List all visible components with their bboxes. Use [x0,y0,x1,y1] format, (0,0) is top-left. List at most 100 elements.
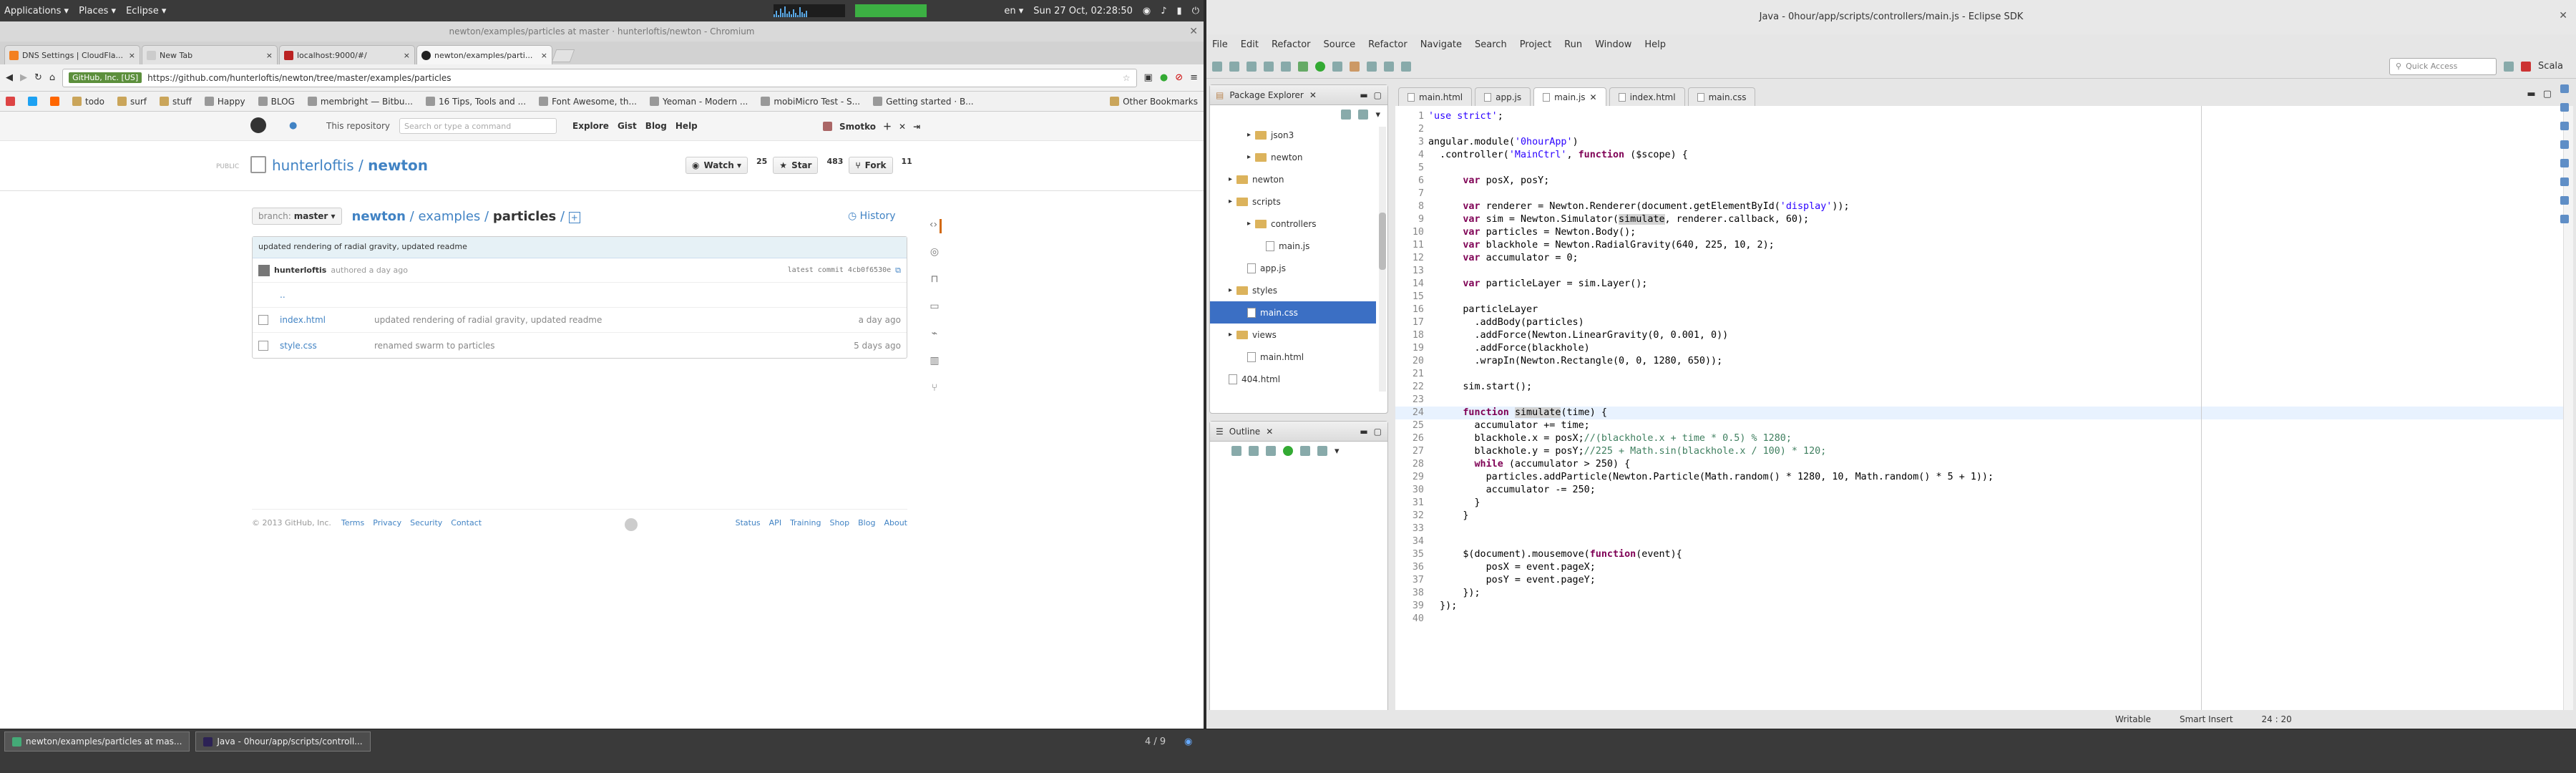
view-menu-icon[interactable]: ▾ [1335,446,1340,457]
avatar[interactable] [823,122,832,131]
tree-item[interactable]: 404.html [1210,368,1376,389]
parent-dir-row[interactable]: .. [253,283,907,308]
code-line[interactable]: .addForce(Newton.LinearGravity(0, 0.001,… [1428,329,1994,342]
sign-out-icon[interactable]: ⇥ [913,122,920,132]
browse-code-icon[interactable]: ⧉ [895,266,901,276]
bookmark-item[interactable]: Happy [204,97,245,107]
expand-toggle-icon[interactable]: ▸ [1247,220,1251,228]
table-row[interactable]: style.css renamed swarm to particles 5 d… [253,333,907,358]
bookmark-star-icon[interactable]: ☆ [1123,73,1131,83]
back-icon[interactable]: ◀ [6,72,13,83]
file-name[interactable]: index.html [280,315,374,325]
hide-fields-icon[interactable] [1249,446,1259,456]
code-line[interactable]: particleLayer [1428,303,1994,316]
expand-toggle-icon[interactable]: ▸ [1247,153,1251,161]
task-list-icon[interactable] [2560,84,2569,93]
menu-item[interactable]: File [1212,39,1228,50]
browser-tab-active[interactable]: newton/examples/parti... × [416,45,552,64]
code-line[interactable]: while (accumulator > 250) { [1428,458,1994,471]
code-line[interactable]: angular.module('0hourApp') [1428,136,1994,149]
battery-icon[interactable]: ▮ [1177,6,1182,16]
menu-item[interactable]: Refactor [1368,39,1407,50]
bookmark-item[interactable]: 16 Tips, Tools and ... [425,97,526,107]
footer-link[interactable]: About [884,518,907,531]
code-line[interactable]: sim.start(); [1428,381,1994,394]
code-line[interactable] [1428,613,1994,626]
view-menu-icon[interactable]: ▾ [1375,110,1380,120]
volume-icon[interactable]: ♪ [1161,6,1166,16]
code-line[interactable] [1428,535,1994,548]
close-tab-icon[interactable]: × [404,51,410,60]
code-line[interactable] [1428,522,1994,535]
watch-count[interactable]: 25 [753,157,767,174]
expand-toggle-icon[interactable]: ▸ [1229,175,1232,183]
crumb-repo[interactable]: newton [352,209,406,224]
view-title[interactable]: Outline [1229,427,1260,437]
code-line[interactable]: 'use strict'; [1428,110,1994,123]
star-button[interactable]: ★ Star [773,157,819,174]
commit-message[interactable]: updated rendering of radial gravity, upd… [253,237,907,258]
browser-tab[interactable]: localhost:9000/#/ × [279,45,415,64]
history-link[interactable]: ◷ History [848,210,895,222]
sort-icon[interactable] [1231,446,1241,456]
graphs-icon[interactable]: ▥ [927,355,942,369]
editor-tab[interactable]: main.html [1398,87,1473,106]
nav-gist[interactable]: Gist [618,121,637,131]
code-line[interactable] [1428,162,1994,175]
code-editor[interactable]: 1 2 3 4 5 6 7 8 9 10 11 12 13 14 15 16 17 18 19 20 21 22 23 24 2… [1395,106,2573,729]
menu-item[interactable]: Run [1564,39,1582,50]
applications-menu[interactable]: Applications ▾ [4,6,69,16]
link-with-editor-icon[interactable] [1358,110,1369,120]
bookmark-item[interactable]: BLOG [258,97,295,107]
code-line[interactable]: blackhole.x = posX;//(blackhole.x + time… [1428,432,1994,445]
tree-item[interactable]: ▸ newton [1210,146,1376,168]
minimize-icon[interactable]: ▬ [1360,90,1367,100]
code-line[interactable]: var particles = Newton.Body(); [1428,226,1994,239]
footer-link[interactable]: Security [410,518,442,531]
code-line[interactable]: blackhole.y = posY;//225 + Math.sin(blac… [1428,445,1994,458]
search-input[interactable]: Search or type a command [399,118,557,134]
hide-static-icon[interactable] [1266,446,1276,456]
print-icon[interactable] [1246,61,1257,72]
maximize-icon[interactable]: ▢ [1374,427,1382,437]
bookmark-item[interactable]: todo [72,97,104,107]
url-text[interactable]: https://github.com/hunterloftis/newton/t… [147,73,451,83]
fork-count[interactable]: 11 [899,157,912,174]
browser-tab[interactable]: New Tab × [142,45,278,64]
code-line[interactable]: .addForce(blackhole) [1428,342,1994,355]
code-line[interactable]: }); [1428,600,1994,613]
code-line[interactable]: } [1428,497,1994,510]
new-package-icon[interactable] [1350,61,1360,72]
menu-item[interactable]: Edit [1241,39,1259,50]
code-line[interactable]: .addBody(particles) [1428,316,1994,329]
repo-owner-link[interactable]: hunterloftis [272,157,354,174]
search-view-icon[interactable] [2560,196,2569,205]
menu-item[interactable]: Project [1520,39,1551,50]
tree-item[interactable]: app.js [1210,257,1376,279]
tree-item[interactable]: main.html [1210,346,1376,368]
pulse-icon[interactable]: ⌁ [927,328,942,342]
code-line[interactable]: var particleLayer = sim.Layer(); [1428,278,1994,291]
code-line[interactable]: var blackhole = Newton.RadialGravity(640… [1428,239,1994,252]
expand-toggle-icon[interactable]: ▸ [1229,198,1232,205]
forward-icon[interactable]: ▶ [20,72,27,83]
latest-commit[interactable]: latest commit 4cb0f6530e [788,266,892,274]
minimize-icon[interactable]: ▬ [2527,89,2535,99]
close-view-icon[interactable]: ✕ [1309,90,1317,100]
other-bookmarks[interactable]: Other Bookmarks [1110,97,1198,107]
problems-icon[interactable] [2560,103,2569,112]
menu-item[interactable]: Window [1595,39,1631,50]
close-tab-icon[interactable]: × [129,51,135,60]
watch-button[interactable]: ◉ Watch ▾ [686,157,748,174]
reload-icon[interactable]: ↻ [34,72,42,83]
star-count[interactable]: 483 [824,157,843,174]
menu-item[interactable]: Help [1644,39,1666,50]
close-tab-icon[interactable]: × [541,51,547,60]
hide-local-types-icon[interactable] [1300,446,1310,456]
footer-link[interactable]: Status [736,518,761,531]
bookmark-item[interactable]: stuff [160,97,192,107]
declaration-icon[interactable] [2560,159,2569,167]
footer-link[interactable]: API [769,518,781,531]
tree-item[interactable]: ▸ newton [1210,168,1376,190]
tree-item[interactable]: main.css [1210,301,1376,324]
